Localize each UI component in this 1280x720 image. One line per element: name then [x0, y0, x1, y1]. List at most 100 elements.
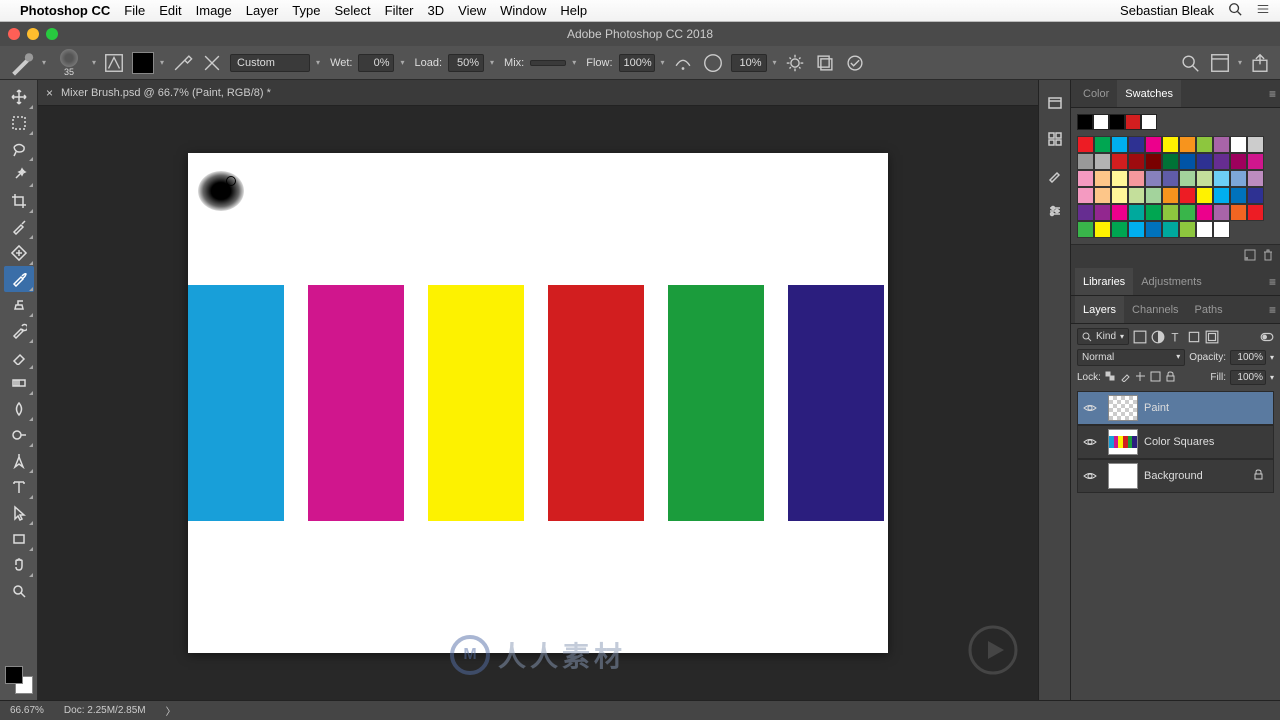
- layer-name[interactable]: Background: [1144, 470, 1253, 482]
- brushes-panel-icon[interactable]: [1044, 164, 1066, 186]
- zoom-tool[interactable]: [4, 578, 34, 604]
- zoom-level[interactable]: 66.67%: [10, 705, 44, 716]
- healing-brush-tool[interactable]: [4, 240, 34, 266]
- doc-arrange-dropdown-icon[interactable]: ▾: [1238, 58, 1242, 67]
- swatch-item[interactable]: [1196, 136, 1213, 153]
- menu-view[interactable]: View: [458, 3, 486, 18]
- type-tool[interactable]: [4, 474, 34, 500]
- swatch-item[interactable]: [1213, 136, 1230, 153]
- mixer-preset-select[interactable]: Custom: [230, 54, 310, 72]
- swatch-item[interactable]: [1230, 136, 1247, 153]
- layer-name[interactable]: Color Squares: [1144, 436, 1253, 448]
- swatch-recent[interactable]: [1125, 114, 1141, 130]
- swatch-item[interactable]: [1111, 187, 1128, 204]
- menu-list-icon[interactable]: [1256, 2, 1270, 19]
- layer-visibility-icon[interactable]: [1078, 401, 1102, 415]
- swatch-item[interactable]: [1179, 153, 1196, 170]
- layer-item[interactable]: Background: [1077, 459, 1274, 493]
- swatch-recent[interactable]: [1109, 114, 1125, 130]
- swatch-item[interactable]: [1111, 170, 1128, 187]
- pressure-size-icon[interactable]: [701, 51, 725, 75]
- swatch-item[interactable]: [1247, 170, 1264, 187]
- swatch-item[interactable]: [1145, 136, 1162, 153]
- minimize-window-icon[interactable]: [27, 28, 39, 40]
- smoothing-field[interactable]: 10%: [731, 54, 767, 72]
- load-dropdown-icon[interactable]: ▾: [490, 58, 494, 67]
- swatch-item[interactable]: [1145, 221, 1162, 238]
- layer-visibility-icon[interactable]: [1078, 469, 1102, 483]
- symmetry-icon[interactable]: [843, 51, 867, 75]
- adjustments-tab[interactable]: Adjustments: [1133, 268, 1210, 295]
- hand-tool[interactable]: [4, 552, 34, 578]
- blend-mode-select[interactable]: Normal ▾: [1077, 349, 1185, 366]
- filter-type-icon[interactable]: T: [1169, 330, 1183, 344]
- panel-menu-icon[interactable]: ≡: [1269, 275, 1276, 289]
- gear-icon[interactable]: [783, 51, 807, 75]
- menu-file[interactable]: File: [124, 3, 145, 18]
- swatch-item[interactable]: [1162, 221, 1179, 238]
- swatch-item[interactable]: [1162, 187, 1179, 204]
- swatch-item[interactable]: [1213, 221, 1230, 238]
- menu-window[interactable]: Window: [500, 3, 546, 18]
- swatch-item[interactable]: [1077, 221, 1094, 238]
- doc-arrange-icon[interactable]: [1208, 51, 1232, 75]
- layers-tab[interactable]: Layers: [1075, 296, 1124, 323]
- mixer-brush-tool[interactable]: [4, 266, 34, 292]
- swatch-item[interactable]: [1162, 136, 1179, 153]
- swatch-item[interactable]: [1094, 136, 1111, 153]
- mixer-preset-dropdown-icon[interactable]: ▾: [316, 58, 320, 67]
- airbrush-toggle-icon[interactable]: [671, 51, 695, 75]
- swatch-item[interactable]: [1196, 187, 1213, 204]
- clone-stamp-tool[interactable]: [4, 292, 34, 318]
- menu-type[interactable]: Type: [292, 3, 320, 18]
- panel-menu-icon[interactable]: ≡: [1269, 303, 1276, 317]
- smoothing-dropdown-icon[interactable]: ▾: [773, 58, 777, 67]
- swatches-tab[interactable]: Swatches: [1117, 80, 1181, 107]
- swatch-item[interactable]: [1111, 153, 1128, 170]
- swatch-item[interactable]: [1213, 170, 1230, 187]
- spotlight-icon[interactable]: [1228, 2, 1242, 19]
- swatch-item[interactable]: [1077, 136, 1094, 153]
- history-panel-icon[interactable]: [1044, 92, 1066, 114]
- filter-adjustment-icon[interactable]: [1151, 330, 1165, 344]
- filter-pixel-icon[interactable]: [1133, 330, 1147, 344]
- filter-shape-icon[interactable]: [1187, 330, 1201, 344]
- swatch-item[interactable]: [1179, 221, 1196, 238]
- foreground-background-colors[interactable]: [5, 666, 33, 694]
- clean-brush-icon[interactable]: [200, 51, 224, 75]
- swatch-item[interactable]: [1247, 204, 1264, 221]
- gradient-tool[interactable]: [4, 370, 34, 396]
- layer-lock-icon[interactable]: [1253, 469, 1273, 483]
- blur-tool[interactable]: [4, 396, 34, 422]
- color-tab[interactable]: Color: [1075, 80, 1117, 107]
- swatch-item[interactable]: [1077, 187, 1094, 204]
- traffic-lights[interactable]: [8, 28, 58, 40]
- canvas-viewport[interactable]: M 人人素材: [38, 106, 1038, 700]
- load-color-dropdown-icon[interactable]: ▾: [160, 58, 164, 67]
- swatch-item[interactable]: [1196, 204, 1213, 221]
- swatch-item[interactable]: [1094, 153, 1111, 170]
- swatch-item[interactable]: [1094, 204, 1111, 221]
- menu-help[interactable]: Help: [560, 3, 587, 18]
- lock-pixels-icon[interactable]: [1120, 371, 1131, 385]
- swatch-item[interactable]: [1094, 170, 1111, 187]
- libraries-tab[interactable]: Libraries: [1075, 268, 1133, 295]
- eraser-tool[interactable]: [4, 344, 34, 370]
- menu-image[interactable]: Image: [196, 3, 232, 18]
- layer-filter-kind[interactable]: Kind ▾: [1077, 328, 1129, 345]
- swatch-item[interactable]: [1213, 153, 1230, 170]
- swatch-item[interactable]: [1196, 170, 1213, 187]
- swatch-item[interactable]: [1128, 221, 1145, 238]
- swatch-item[interactable]: [1128, 170, 1145, 187]
- swatch-item[interactable]: [1094, 221, 1111, 238]
- tool-preset-dropdown-icon[interactable]: ▾: [42, 58, 46, 67]
- eyedropper-tool[interactable]: [4, 214, 34, 240]
- wet-field[interactable]: 0%: [358, 54, 394, 72]
- pen-tool[interactable]: [4, 448, 34, 474]
- swatch-item[interactable]: [1111, 136, 1128, 153]
- swatch-item[interactable]: [1077, 170, 1094, 187]
- fill-dropdown-icon[interactable]: ▾: [1270, 373, 1274, 382]
- filter-smart-icon[interactable]: [1205, 330, 1219, 344]
- close-window-icon[interactable]: [8, 28, 20, 40]
- brush-panel-toggle-icon[interactable]: [102, 51, 126, 75]
